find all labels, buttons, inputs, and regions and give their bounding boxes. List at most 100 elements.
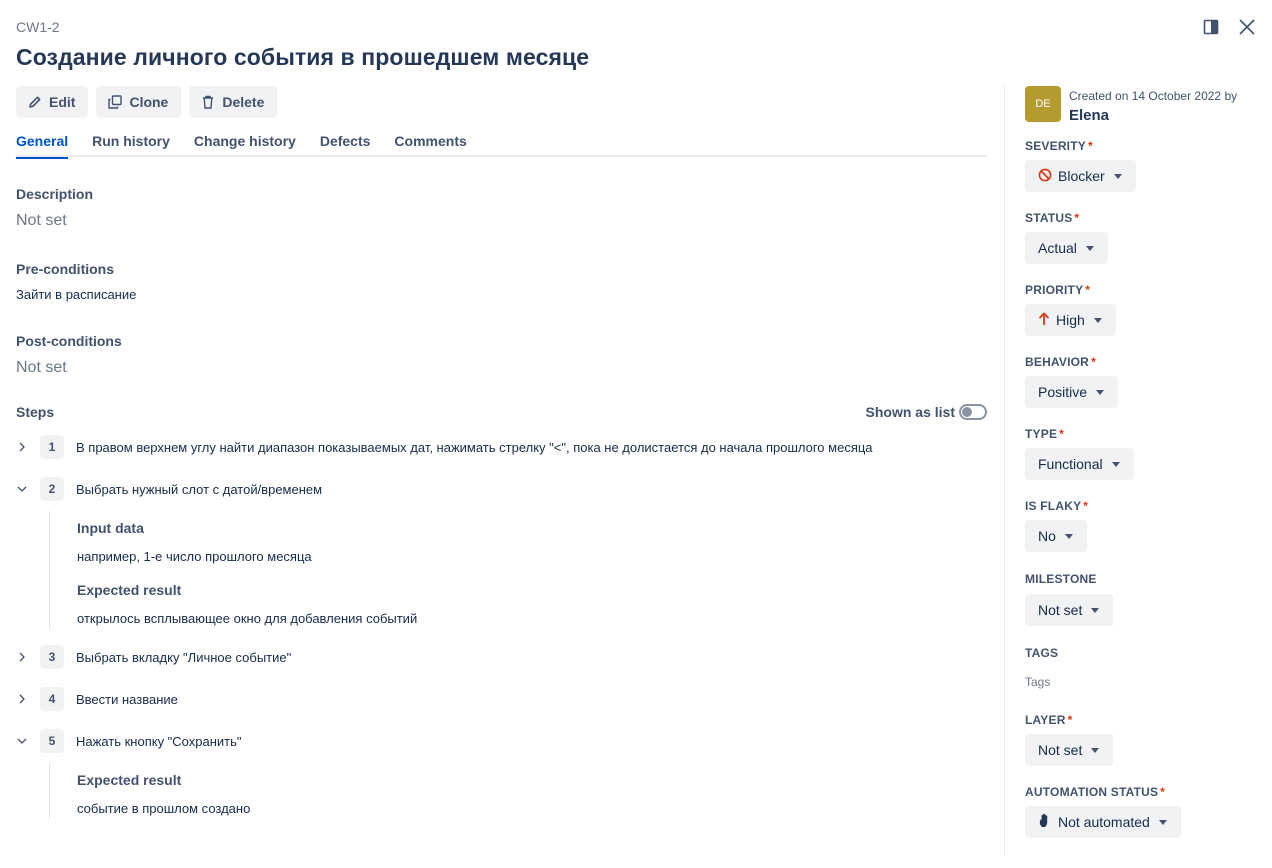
step-text[interactable]: Выбрать нужный слот с датой/временем	[76, 482, 322, 497]
chevron-right-icon[interactable]	[16, 693, 28, 705]
priority-label: PRIORITY *	[1025, 283, 1091, 297]
status-select[interactable]: Actual	[1025, 232, 1108, 264]
chevron-down-icon[interactable]	[16, 483, 28, 495]
priority-select[interactable]: High	[1025, 304, 1116, 336]
top-icons	[1200, 16, 1258, 38]
is-flaky-value: No	[1038, 528, 1056, 544]
arrow-up-icon	[1038, 311, 1050, 329]
layer-select[interactable]: Not set	[1025, 734, 1114, 766]
step-details: Expected result событие в прошлом создан…	[49, 763, 250, 819]
step-text[interactable]: Нажать кнопку "Сохранить"	[76, 734, 242, 749]
caret-down-icon	[1113, 173, 1122, 179]
tab-run-history[interactable]: Run history	[92, 126, 170, 157]
hand-icon	[1038, 813, 1052, 831]
step-text[interactable]: Выбрать вкладку "Личное событие"	[76, 650, 291, 665]
type-label: TYPE *	[1025, 427, 1065, 441]
delete-label: Delete	[222, 94, 265, 110]
automation-status-label: AUTOMATION STATUS *	[1025, 785, 1166, 799]
caret-down-icon	[1091, 607, 1100, 613]
milestone-label: MILESTONE	[1025, 572, 1097, 586]
chevron-right-icon[interactable]	[16, 441, 28, 453]
step-details: Input data например, 1-е число прошлого …	[49, 511, 417, 629]
panel-divider	[1004, 86, 1005, 856]
step-text[interactable]: В правом верхнем углу найти диапазон пок…	[76, 440, 873, 455]
action-toolbar: Edit Clone Delete	[16, 86, 278, 118]
behavior-value: Positive	[1038, 384, 1088, 400]
chevron-down-icon[interactable]	[16, 735, 28, 747]
shown-as-list-toggle[interactable]	[959, 404, 987, 420]
milestone-select[interactable]: Not set	[1025, 594, 1114, 626]
step-number: 4	[40, 687, 64, 711]
panel-icon[interactable]	[1200, 16, 1222, 38]
tags-input[interactable]: Tags	[1025, 675, 1050, 689]
severity-select[interactable]: Blocker	[1025, 160, 1136, 192]
tab-comments[interactable]: Comments	[394, 126, 466, 157]
layer-value: Not set	[1038, 742, 1083, 758]
postconditions-label: Post-conditions	[16, 333, 122, 349]
step-item: 2 Выбрать нужный слот с датой/временем	[16, 477, 322, 501]
step-item: 3 Выбрать вкладку "Личное событие"	[16, 645, 291, 669]
expected-result-value[interactable]: событие в прошлом создано	[77, 801, 250, 816]
step-item: 4 Ввести название	[16, 687, 178, 711]
milestone-value: Not set	[1038, 602, 1083, 618]
input-data-value[interactable]: например, 1-е число прошлого месяца	[77, 549, 312, 564]
caret-down-icon	[1096, 389, 1105, 395]
behavior-select[interactable]: Positive	[1025, 376, 1119, 408]
type-select[interactable]: Functional	[1025, 448, 1134, 480]
tab-change-history[interactable]: Change history	[194, 126, 296, 157]
caret-down-icon	[1085, 245, 1094, 251]
automation-status-value: Not automated	[1058, 814, 1150, 830]
caret-down-icon	[1091, 747, 1100, 753]
tags-label: TAGS	[1025, 646, 1059, 660]
caret-down-icon	[1158, 819, 1167, 825]
severity-value: Blocker	[1058, 168, 1105, 184]
postconditions-value[interactable]: Not set	[16, 359, 67, 377]
description-label: Description	[16, 186, 94, 202]
behavior-label: BEHAVIOR *	[1025, 355, 1096, 369]
step-number: 3	[40, 645, 64, 669]
chevron-right-icon[interactable]	[16, 651, 28, 663]
is-flaky-select[interactable]: No	[1025, 520, 1087, 552]
clone-button[interactable]: Clone	[96, 86, 182, 118]
preconditions-value[interactable]: Зайти в расписание	[16, 287, 136, 302]
step-number: 2	[40, 477, 64, 501]
type-value: Functional	[1038, 456, 1103, 472]
edit-button[interactable]: Edit	[16, 86, 89, 118]
shown-as-list-label: Shown as list	[865, 404, 955, 420]
caret-down-icon	[1093, 317, 1102, 323]
automation-status-select[interactable]: Not automated	[1025, 806, 1181, 838]
created-info: Created on 14 October 2022 by	[1069, 89, 1238, 103]
author-name[interactable]: Elena	[1069, 107, 1109, 124]
severity-label: SEVERITY *	[1025, 139, 1093, 153]
step-number: 1	[40, 435, 64, 459]
expected-result-label: Expected result	[77, 582, 182, 598]
tab-defects[interactable]: Defects	[320, 126, 371, 157]
caret-down-icon	[1111, 461, 1120, 467]
layer-label: LAYER *	[1025, 713, 1073, 727]
expected-result-value[interactable]: открылось всплывающее окно для добавлени…	[77, 611, 417, 626]
close-icon[interactable]	[1236, 16, 1258, 38]
tab-bar: General Run history Change history Defec…	[16, 126, 987, 159]
copy-icon	[108, 95, 123, 109]
case-id: CW1-2	[16, 19, 60, 35]
caret-down-icon	[1064, 533, 1073, 539]
edit-label: Edit	[49, 94, 76, 110]
pencil-icon	[28, 95, 42, 109]
input-data-label: Input data	[77, 520, 144, 536]
page-title: Создание личного события в прошедшем мес…	[16, 44, 590, 70]
shown-as-list-control: Shown as list	[866, 404, 987, 420]
is-flaky-label: IS FLAKY *	[1025, 499, 1089, 513]
description-value[interactable]: Not set	[16, 212, 67, 230]
clone-label: Clone	[129, 94, 169, 110]
step-number: 5	[40, 729, 64, 753]
delete-button[interactable]: Delete	[189, 86, 278, 118]
status-label: STATUS *	[1025, 211, 1080, 225]
trash-icon	[201, 95, 215, 109]
blocker-icon	[1038, 168, 1052, 185]
expected-result-label: Expected result	[77, 772, 182, 788]
step-item: 5 Нажать кнопку "Сохранить"	[16, 729, 242, 753]
tab-general[interactable]: General	[16, 126, 69, 159]
avatar: DE	[1025, 86, 1061, 122]
step-text[interactable]: Ввести название	[76, 692, 178, 707]
step-item: 1 В правом верхнем углу найти диапазон п…	[16, 435, 873, 459]
